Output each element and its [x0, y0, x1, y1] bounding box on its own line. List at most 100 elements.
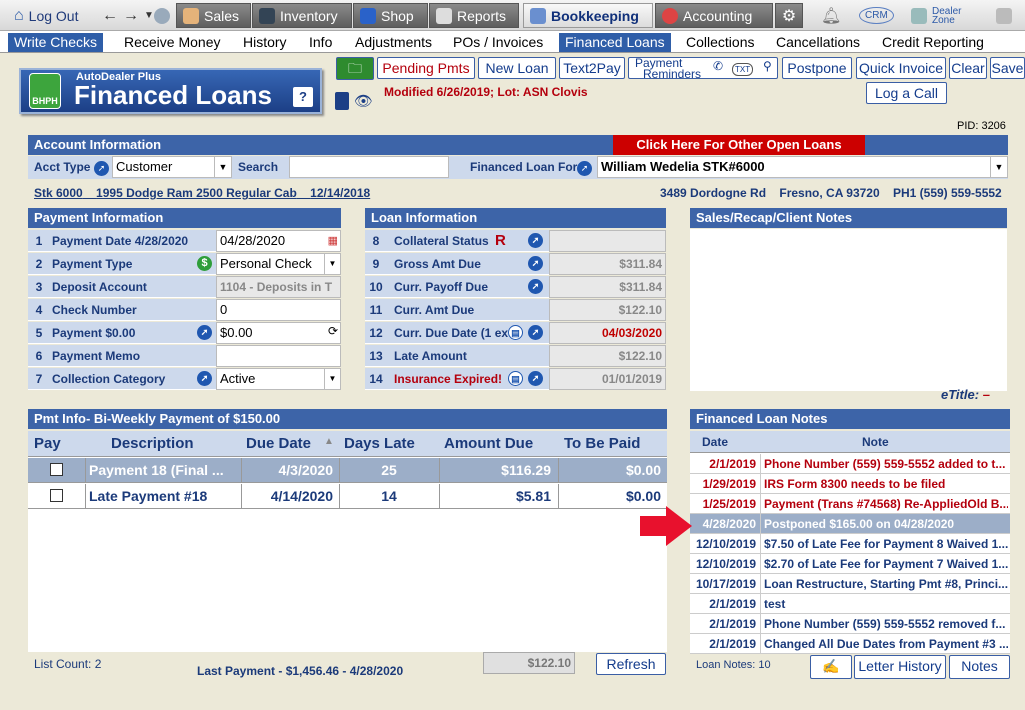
col-note[interactable]: Note — [862, 435, 889, 449]
unlock-icon[interactable] — [335, 92, 349, 110]
notes-button[interactable]: Notes — [949, 655, 1010, 679]
link-icon[interactable]: ➚ — [528, 279, 543, 294]
link-icon[interactable]: ➚ — [197, 325, 212, 340]
clear-button[interactable]: Clear — [949, 57, 987, 79]
postpone-button[interactable]: Postpone — [782, 57, 852, 79]
acct-type-link-icon[interactable]: ➚ — [94, 161, 109, 176]
col-description[interactable]: Description — [111, 435, 194, 452]
new-loan-button[interactable]: New Loan — [478, 57, 556, 79]
col-due-date[interactable]: Due Date — [246, 435, 311, 452]
tab-pos-invoices[interactable]: POs / Invoices — [447, 33, 549, 52]
logout-button[interactable]: ⌂ Log Out — [8, 3, 85, 28]
col-amount-due[interactable]: Amount Due — [444, 435, 533, 452]
cell-amt: $5.81 — [515, 488, 551, 504]
note-date: 2/1/2019 — [709, 457, 756, 471]
sign-button[interactable]: ✍ — [810, 655, 852, 679]
calendar-icon[interactable]: ▦ — [328, 231, 338, 251]
note-row[interactable]: 10/17/2019 Loan Restructure, Starting Pmt… — [690, 574, 1010, 594]
print-icon[interactable]: ▤ — [508, 325, 523, 340]
nav-sales[interactable]: Sales — [176, 3, 251, 28]
crm-button[interactable]: CRM — [853, 3, 900, 28]
link-icon[interactable]: ➚ — [528, 325, 543, 340]
financed-loan-for-select[interactable]: William Wedelia STK#6000 — [597, 156, 1008, 178]
nav-bookkeeping[interactable]: Bookkeeping — [523, 3, 653, 28]
link-icon[interactable]: ➚ — [528, 256, 543, 271]
note-row[interactable]: 1/25/2019 Payment (Trans #74568) Re-Appli… — [690, 494, 1010, 514]
nav-inventory[interactable]: Inventory — [252, 3, 352, 28]
loan-for-link-icon[interactable]: ➚ — [577, 161, 592, 176]
pay-checkbox[interactable] — [50, 463, 63, 476]
note-row[interactable]: 4/28/2020 Postponed $165.00 on 04/28/2020 — [690, 514, 1010, 534]
link-icon[interactable]: ➚ — [528, 233, 543, 248]
col-days-late[interactable]: Days Late — [344, 435, 415, 452]
payment-reminders-button[interactable]: Payment Reminders ✆ TXT ⚲ — [628, 57, 778, 80]
calculator-icon[interactable] — [990, 3, 1018, 28]
tab-adjustments[interactable]: Adjustments — [349, 33, 438, 52]
payment-field[interactable]: $0.00 ⟳ — [216, 322, 341, 344]
tab-collections[interactable]: Collections — [680, 33, 760, 52]
nav-accounting[interactable]: Accounting — [655, 3, 773, 28]
forward-icon[interactable]: → — [123, 7, 139, 25]
tab-history[interactable]: History — [237, 33, 293, 52]
pending-pmts-button[interactable]: Pending Pmts — [377, 57, 475, 79]
column-divider — [760, 534, 761, 553]
link-icon[interactable]: ➚ — [197, 371, 212, 386]
quick-invoice-button[interactable]: Quick Invoice — [856, 57, 946, 79]
bell-icon[interactable]: 🔔︎ — [815, 3, 847, 28]
link-icon[interactable]: ➚ — [528, 371, 543, 386]
vehicle-link[interactable]: Stk 6000 1995 Dodge Ram 2500 Regular Cab… — [34, 186, 370, 200]
note-row[interactable]: 2/1/2019 Changed All Due Dates from Payme… — [690, 634, 1010, 654]
payment-field[interactable]: Personal Check ▼ — [216, 253, 341, 275]
back-icon[interactable]: ← — [102, 7, 118, 25]
chevron-down-icon[interactable]: ▼ — [324, 254, 340, 274]
face-icon[interactable] — [148, 3, 176, 28]
col-to-be-paid[interactable]: To Be Paid — [564, 435, 640, 452]
recap-notes-area[interactable] — [690, 229, 1007, 391]
eye-icon[interactable]: 👁︎ — [354, 92, 373, 110]
nav-reports[interactable]: Reports — [429, 3, 519, 28]
note-row[interactable]: 12/10/2019 $2.70 of Late Fee for Payment … — [690, 554, 1010, 574]
note-row[interactable]: 2/1/2019 test — [690, 594, 1010, 614]
tab-write-checks[interactable]: Write Checks — [8, 33, 103, 52]
note-row[interactable]: 2/1/2019 Phone Number (559) 559-5552 adde… — [690, 454, 1010, 474]
log-a-call-button[interactable]: Log a Call — [866, 82, 947, 104]
save-button[interactable]: Save — [990, 57, 1025, 79]
tab-receive-money[interactable]: Receive Money — [118, 33, 227, 52]
help-icon[interactable]: ? — [293, 87, 313, 107]
table-row[interactable]: Late Payment #18 4/14/2020 14 $5.81 $0.00 — [28, 484, 667, 509]
dealer-zone-button[interactable]: Dealer Zone — [905, 3, 975, 28]
chevron-down-icon[interactable]: ▼ — [324, 369, 340, 389]
tab-financed-loans[interactable]: Financed Loans — [559, 33, 671, 52]
payment-field[interactable] — [216, 345, 341, 367]
acct-type-dropdown-arrow[interactable]: ▼ — [214, 156, 232, 178]
gear-icon[interactable]: ⚙ — [775, 3, 803, 28]
other-open-loans-button[interactable]: Click Here For Other Open Loans — [613, 135, 865, 155]
dollar-icon[interactable]: $ — [197, 256, 212, 271]
pay-checkbox[interactable] — [50, 489, 63, 502]
refresh-button[interactable]: Refresh — [596, 653, 666, 675]
payment-field[interactable]: 0 — [216, 299, 341, 321]
col-date[interactable]: Date — [702, 435, 728, 449]
folder-button[interactable]: 🗀 — [336, 57, 374, 80]
note-row[interactable]: 12/10/2019 $7.50 of Late Fee for Payment … — [690, 534, 1010, 554]
loan-row: 11 Curr. Amt Due $122.10 — [365, 299, 666, 321]
collateral-flag: R — [495, 232, 506, 249]
tab-cancellations[interactable]: Cancellations — [770, 33, 866, 52]
text2pay-button[interactable]: Text2Pay — [559, 57, 625, 79]
nav-shop[interactable]: Shop — [353, 3, 428, 28]
refresh-icon[interactable]: ⟳ — [328, 321, 338, 341]
note-row[interactable]: 1/29/2019 IRS Form 8300 needs to be filed — [690, 474, 1010, 494]
col-pay[interactable]: Pay — [34, 435, 61, 452]
folder-icon: 🗀 — [348, 60, 362, 76]
tab-info[interactable]: Info — [303, 33, 338, 52]
column-divider — [760, 594, 761, 613]
loan-for-dropdown-arrow[interactable]: ▼ — [990, 156, 1008, 178]
letter-history-button[interactable]: Letter History — [854, 655, 946, 679]
table-row[interactable]: Payment 18 (Final ... 4/3/2020 25 $116.29 $0… — [28, 458, 667, 483]
payment-field[interactable]: Active ▼ — [216, 368, 341, 390]
print-icon[interactable]: ▤ — [508, 371, 523, 386]
payment-field[interactable]: 04/28/2020 ▦ — [216, 230, 341, 252]
note-row[interactable]: 2/1/2019 Phone Number (559) 559-5552 remo… — [690, 614, 1010, 634]
search-input[interactable] — [289, 156, 449, 178]
tab-credit-reporting[interactable]: Credit Reporting — [876, 33, 990, 52]
